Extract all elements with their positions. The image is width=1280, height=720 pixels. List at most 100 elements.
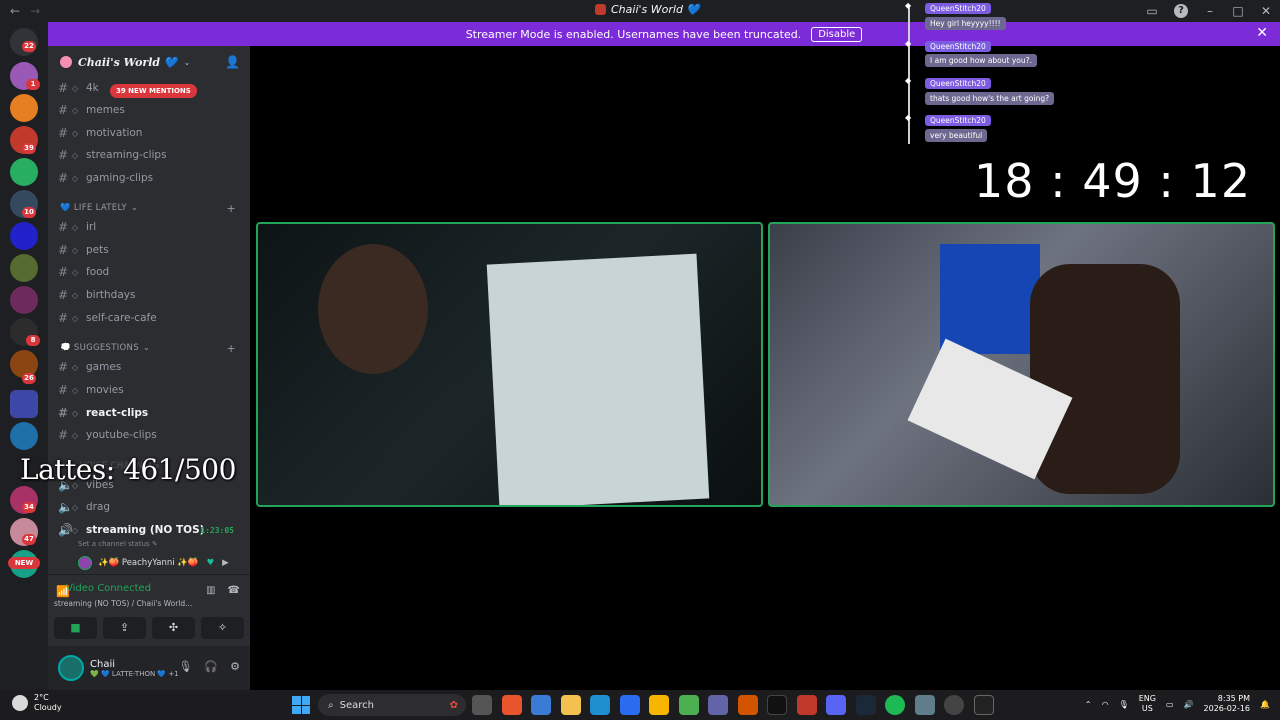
brave-icon[interactable] [501, 695, 522, 715]
rtc-status[interactable]: Video Connected [66, 583, 151, 594]
taskbar-search[interactable]: ⌕ Search ✿ [318, 694, 466, 716]
channel-label: memes [86, 104, 125, 116]
add-channel-icon[interactable]: + [226, 342, 236, 355]
new-mentions-pill[interactable]: 39 NEW MENTIONS [110, 84, 197, 98]
user-info[interactable]: Chaii 💚 💙 LATTE-THON 💙 +1 [90, 659, 179, 678]
pencil-icon: ✎ [151, 540, 158, 548]
mic-tray-icon[interactable]: 🎙 [1119, 700, 1129, 709]
channel-item[interactable]: # ◇ gaming-clips [58, 168, 244, 188]
category-suggestions[interactable]: 💭 SUGGESTIONS ⌄ + [60, 341, 244, 355]
close-icon[interactable]: ✕ [1256, 25, 1268, 41]
channel-item[interactable]: # ◇ motivation [58, 123, 244, 143]
steam-icon[interactable] [855, 695, 876, 715]
wifi-icon[interactable]: ◠ [1102, 700, 1109, 709]
mic-icon[interactable]: 🎙 [178, 660, 192, 673]
voice-channel-item[interactable]: 🔈 ◇ drag [58, 497, 244, 517]
channel-item[interactable]: # ◇ self-care-cafe [58, 308, 244, 328]
teams-icon[interactable] [708, 695, 728, 715]
server-6[interactable] [10, 222, 38, 250]
add-channel-icon[interactable]: + [226, 202, 236, 215]
screen-share-button[interactable]: ⇪ [103, 617, 146, 639]
invite-icon[interactable]: 👤 [225, 55, 240, 69]
obs-icon[interactable] [944, 695, 964, 715]
close-window-icon[interactable]: ✕ [1252, 4, 1280, 18]
tray-chevron-icon[interactable]: ⌃ [1085, 700, 1092, 709]
forward-arrow-icon[interactable]: → [30, 4, 40, 18]
pen-app-icon[interactable] [619, 695, 640, 715]
channel-item[interactable]: # ◇ food [58, 262, 244, 282]
activities-button[interactable]: ✣ [152, 617, 195, 639]
tiktok-icon[interactable] [767, 695, 787, 715]
server-2[interactable] [10, 94, 38, 122]
channel-label: streaming (NO TOS) [86, 524, 205, 536]
task-view-icon[interactable] [472, 695, 492, 715]
settings-gear-icon[interactable]: ⚙ [230, 660, 240, 673]
channel-item[interactable]: # ◇ birthdays [58, 285, 244, 305]
video-tile-1[interactable] [256, 222, 763, 507]
app-icon[interactable] [796, 695, 817, 715]
channel-item[interactable]: # ◇ memes [58, 100, 244, 120]
channel-item[interactable]: # ◇ irl [58, 217, 244, 237]
soundboard-button[interactable]: ✧ [201, 617, 244, 639]
camera-icon: ▶ [222, 558, 229, 568]
chevron-down-icon: ⌄ [130, 203, 139, 213]
channel-item[interactable]: # ◇ youtube-clips [58, 425, 244, 445]
file-explorer-icon[interactable] [560, 695, 581, 715]
user-controls: 🎙 🎧 ⚙ [178, 660, 240, 673]
spotify-icon[interactable] [885, 695, 905, 715]
rtc-location[interactable]: streaming (NO TOS) / Chaii's World... [54, 599, 192, 608]
category-life-lately[interactable]: 💙 LIFE LATELY ⌄ + [60, 201, 244, 215]
edge-icon[interactable] [590, 695, 610, 715]
notification-bell-icon[interactable]: 🔔 [1260, 700, 1270, 709]
chrome-icon[interactable] [678, 695, 699, 715]
game-app-icon[interactable] [737, 695, 758, 715]
tray-date: 2026-02-16 [1203, 704, 1251, 713]
server-8[interactable] [10, 286, 38, 314]
server-11[interactable] [10, 422, 38, 450]
guild-header[interactable]: Chaii's World 💙 ⌄ 👤 [48, 46, 250, 78]
server-7[interactable] [10, 254, 38, 282]
camera-button[interactable]: ■ [54, 617, 97, 639]
disconnect-icon[interactable]: ☎ [228, 585, 240, 596]
maximize-icon[interactable]: □ [1224, 4, 1252, 18]
window-title-text: Chaii's World 💙 [611, 3, 701, 16]
voice-user[interactable]: ✨🍑 PeachyYanni ✨🍑 ♥ ▶ [78, 556, 229, 570]
store-icon[interactable] [649, 695, 669, 715]
channel-item[interactable]: # ◇ games [58, 357, 244, 377]
help-icon[interactable]: ? [1174, 4, 1188, 18]
video-tile-2[interactable] [768, 222, 1275, 507]
channel-item[interactable]: # ◇ movies [58, 380, 244, 400]
volume-icon[interactable]: 🔊 [1184, 700, 1194, 709]
chat-message: Hey girl heyyyy!!!! [925, 17, 1006, 30]
minimize-icon[interactable]: – [1196, 4, 1224, 18]
search-label: Search [339, 699, 374, 711]
epic-icon[interactable] [973, 695, 994, 715]
weather-widget[interactable]: 2°C Cloudy [12, 693, 62, 713]
server-4[interactable] [10, 158, 38, 186]
banner-text: Streamer Mode is enabled. Usernames have… [465, 27, 802, 41]
timeline-dot-icon: ◆ [905, 1, 912, 10]
server-folder[interactable] [10, 390, 38, 418]
noise-suppression-icon[interactable]: ▥ [206, 585, 215, 596]
tray-clock[interactable]: 8:35 PM 2026-02-16 [1204, 694, 1251, 714]
network-icon[interactable]: ▭ [1166, 700, 1174, 709]
disable-button[interactable]: Disable [811, 26, 863, 42]
headphones-icon[interactable]: 🎧 [204, 660, 218, 673]
language-indicator[interactable]: ENG US [1139, 694, 1156, 714]
weather-condition: Cloudy [34, 703, 62, 712]
start-windows-icon[interactable] [292, 696, 310, 714]
channel-item[interactable]: # ◇ pets [58, 240, 244, 260]
channel-status[interactable]: Set a channel status ✎ [78, 540, 158, 548]
timeline-dot-icon: ◆ [905, 76, 912, 85]
inbox-icon[interactable]: ▭ [1138, 4, 1166, 18]
channel-item[interactable]: # ◇ streaming-clips [58, 145, 244, 165]
rtc-buttons: ■ ⇪ ✣ ✧ [54, 617, 244, 639]
canvas-painting [486, 253, 710, 505]
channel-item-active[interactable]: # ◇ react-clips [58, 403, 244, 423]
mail-icon[interactable] [914, 695, 935, 715]
discord-icon[interactable] [826, 695, 846, 715]
copilot-icon[interactable] [531, 695, 551, 715]
avatar[interactable] [58, 655, 84, 681]
back-arrow-icon[interactable]: ← [10, 4, 20, 18]
voice-channel-streaming[interactable]: 🔊 ◇ streaming (NO TOS) 1:23:05 [58, 520, 244, 540]
